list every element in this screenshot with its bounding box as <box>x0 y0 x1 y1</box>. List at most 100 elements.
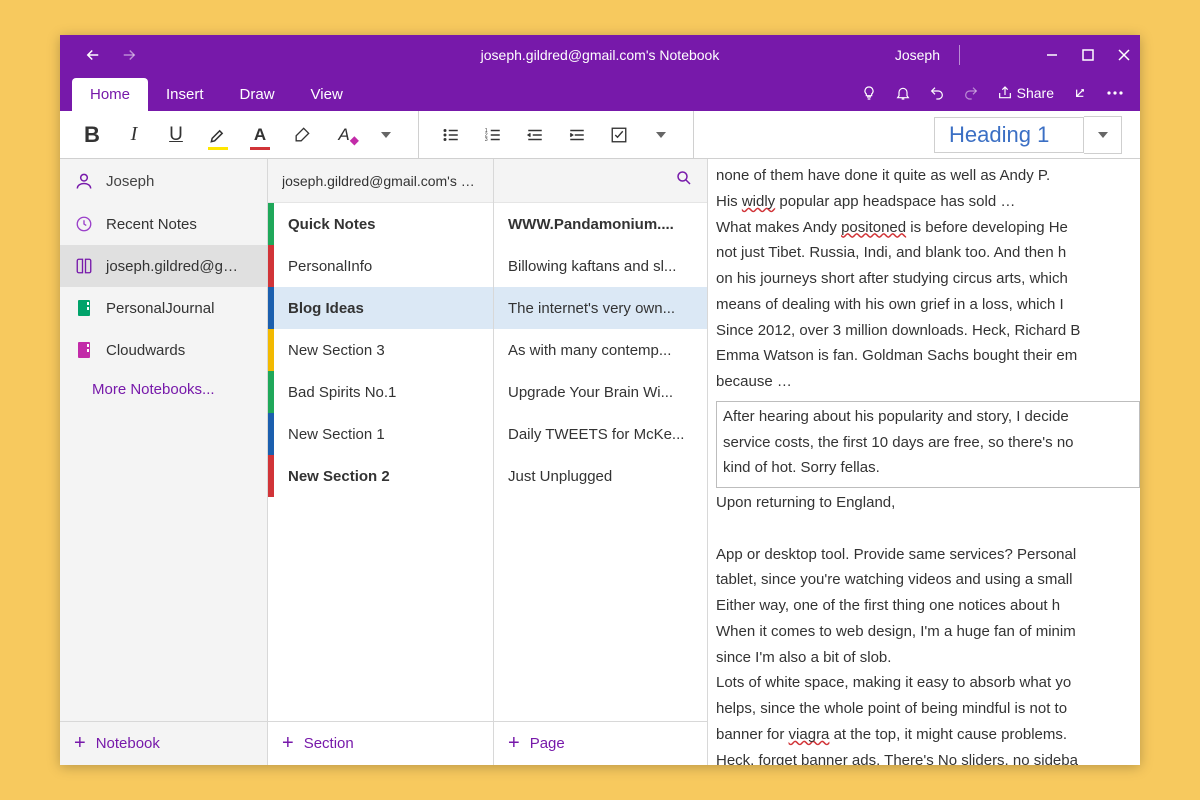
tab-view[interactable]: View <box>293 78 361 111</box>
notebook-panel: Joseph Recent Notes joseph.gildred@g… Pe… <box>60 159 268 765</box>
outdent-button[interactable] <box>521 121 549 149</box>
underline-button[interactable]: U <box>162 121 190 149</box>
text-line: Lots of white space, making it easy to a… <box>716 672 1140 694</box>
todo-tag-button[interactable] <box>605 121 633 149</box>
add-page-button[interactable]: + Page <box>494 721 707 765</box>
toolbar-overflow-1[interactable] <box>372 121 400 149</box>
redo-button[interactable] <box>963 85 979 101</box>
section-item[interactable]: New Section 3 <box>268 329 493 371</box>
forward-button[interactable] <box>118 44 140 66</box>
text-line: not just Tibet. Russia, Indi, and blank … <box>716 242 1140 264</box>
section-item[interactable]: Quick Notes <box>268 203 493 245</box>
sections-panel: joseph.gildred@gmail.com's Notebook Quic… <box>268 159 494 765</box>
text-line: App or desktop tool. Provide same servic… <box>716 544 1140 566</box>
section-label: New Section 3 <box>288 342 385 359</box>
notebook-item[interactable]: PersonalJournal <box>60 287 267 329</box>
section-label: Bad Spirits No.1 <box>288 384 396 401</box>
section-item[interactable]: Bad Spirits No.1 <box>268 371 493 413</box>
text-line: Either way, one of the first thing one n… <box>716 595 1140 617</box>
note-content[interactable]: none of them have done it quite as well … <box>708 159 1140 765</box>
more-icon[interactable] <box>1106 85 1124 101</box>
notebook-icon <box>74 257 94 275</box>
recent-notes[interactable]: Recent Notes <box>60 203 267 245</box>
notebook-label: PersonalJournal <box>106 300 214 317</box>
text-line: Heck, forget banner ads. There's No slid… <box>716 750 1140 766</box>
tab-insert[interactable]: Insert <box>148 78 222 111</box>
notebook-item[interactable]: joseph.gildred@g… <box>60 245 267 287</box>
page-item[interactable]: As with many contemp... <box>494 329 707 371</box>
account-row[interactable]: Joseph <box>60 159 267 203</box>
tab-home[interactable]: Home <box>72 78 148 111</box>
separator <box>693 111 694 158</box>
section-item[interactable]: New Section 2 <box>268 455 493 497</box>
undo-button[interactable] <box>929 85 945 101</box>
more-notebooks-link[interactable]: More Notebooks... <box>60 371 267 408</box>
title-bar: joseph.gildred@gmail.com's Notebook Jose… <box>60 35 1140 75</box>
bell-icon[interactable] <box>895 85 911 101</box>
bullets-button[interactable] <box>437 121 465 149</box>
section-item[interactable]: PersonalInfo <box>268 245 493 287</box>
text-line: since I'm also a bit of slob. <box>716 647 1140 669</box>
text-line: because … <box>716 371 1140 393</box>
section-item[interactable]: Blog Ideas <box>268 287 493 329</box>
page-item[interactable]: Daily TWEETS for McKe... <box>494 413 707 455</box>
text-line: banner for viagra at the top, it might c… <box>716 724 1140 746</box>
highlight-button[interactable] <box>204 121 232 149</box>
text-container[interactable]: After hearing about his popularity and s… <box>716 401 1140 488</box>
plus-icon: + <box>508 732 520 755</box>
fullscreen-icon[interactable] <box>1072 85 1088 101</box>
close-button[interactable] <box>1118 49 1130 61</box>
page-item[interactable]: Upgrade Your Brain Wi... <box>494 371 707 413</box>
italic-button[interactable]: I <box>120 121 148 149</box>
plus-icon: + <box>74 732 86 755</box>
window-user[interactable]: Joseph <box>895 47 940 63</box>
text-line: Since 2012, over 3 million downloads. He… <box>716 320 1140 342</box>
pages-panel: WWW.Pandamonium.... Billowing kaftans an… <box>494 159 708 765</box>
font-color-button[interactable]: A <box>246 121 274 149</box>
page-item[interactable]: The internet's very own... <box>494 287 707 329</box>
text-line: What makes Andy positoned is before deve… <box>716 217 1140 239</box>
notebook-label: Cloudwards <box>106 342 185 359</box>
clock-icon <box>74 215 94 233</box>
text-line: Upon returning to England, <box>716 492 1140 514</box>
maximize-button[interactable] <box>1082 49 1094 61</box>
page-item[interactable]: WWW.Pandamonium.... <box>494 203 707 245</box>
notebook-item[interactable]: Cloudwards <box>60 329 267 371</box>
back-button[interactable] <box>82 44 104 66</box>
search-button[interactable] <box>675 169 693 192</box>
clear-format-button[interactable]: A◆ <box>330 121 358 149</box>
section-item[interactable]: New Section 1 <box>268 413 493 455</box>
ribbon: Home Insert Draw View Share <box>60 75 1140 111</box>
page-label: As with many contemp... <box>508 342 671 359</box>
text-line: His widly popular app headspace has sold… <box>716 191 1140 213</box>
text-line: tablet, since you're watching videos and… <box>716 569 1140 591</box>
body: Joseph Recent Notes joseph.gildred@g… Pe… <box>60 159 1140 765</box>
text-line: on his journeys short after studying cir… <box>716 268 1140 290</box>
bold-button[interactable]: B <box>78 121 106 149</box>
svg-text:3: 3 <box>485 137 488 143</box>
page-label: Just Unplugged <box>508 468 612 485</box>
notebook-header: joseph.gildred@gmail.com's Notebook <box>282 173 479 189</box>
format-painter-button[interactable] <box>288 121 316 149</box>
numbering-button[interactable]: 123 <box>479 121 507 149</box>
share-button[interactable]: Share <box>997 85 1054 101</box>
add-section-button[interactable]: + Section <box>268 721 493 765</box>
page-item[interactable]: Just Unplugged <box>494 455 707 497</box>
text-line: After hearing about his popularity and s… <box>723 406 1133 428</box>
text-line: Emma Watson is fan. Goldman Sachs bought… <box>716 345 1140 367</box>
text-line: helps, since the whole point of being mi… <box>716 698 1140 720</box>
toolbar-overflow-2[interactable] <box>647 121 675 149</box>
person-icon <box>74 171 94 191</box>
style-dropdown-button[interactable] <box>1084 116 1122 154</box>
minimize-button[interactable] <box>1046 49 1058 61</box>
page-label: Upgrade Your Brain Wi... <box>508 384 673 401</box>
style-picker[interactable]: Heading 1 <box>934 117 1084 153</box>
add-notebook-button[interactable]: + Notebook <box>60 721 267 765</box>
indent-button[interactable] <box>563 121 591 149</box>
section-label: Blog Ideas <box>288 300 364 317</box>
page-item[interactable]: Billowing kaftans and sl... <box>494 245 707 287</box>
lightbulb-icon[interactable] <box>861 85 877 101</box>
text-line: When it comes to web design, I'm a huge … <box>716 621 1140 643</box>
notebook-label: joseph.gildred@g… <box>106 258 238 275</box>
tab-draw[interactable]: Draw <box>222 78 293 111</box>
